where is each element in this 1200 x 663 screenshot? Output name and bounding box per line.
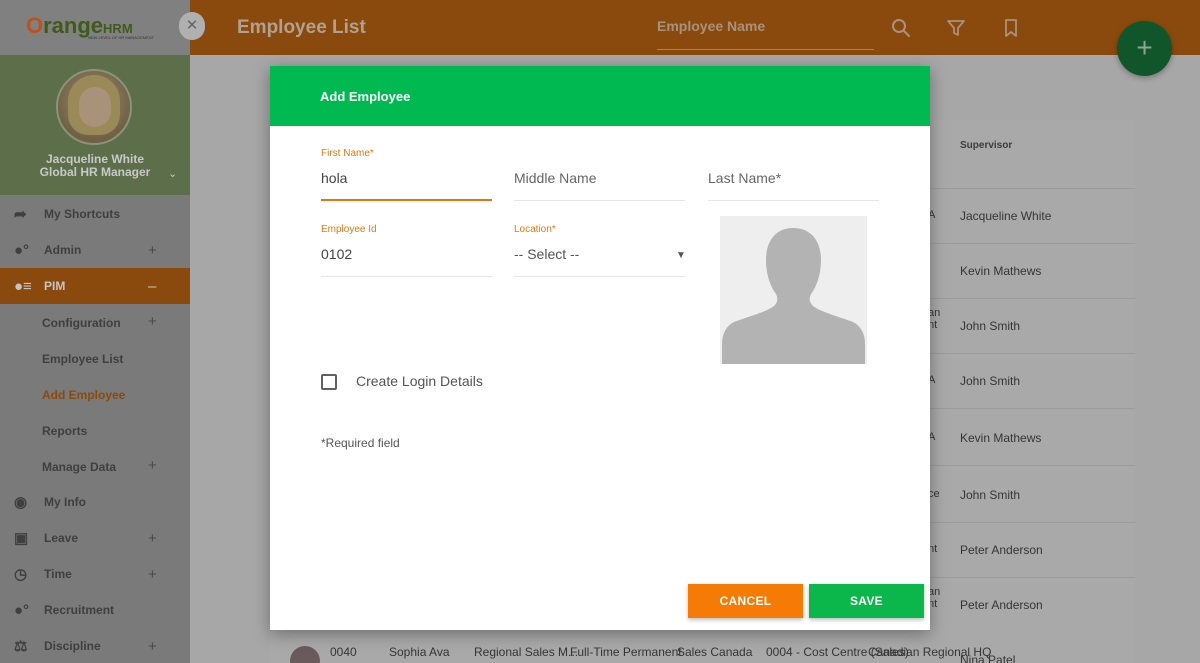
admin-users-icon: ●° bbox=[14, 241, 30, 259]
logo-bar: OrangeHRM NEW LEVEL OF HR MANAGEMENT bbox=[0, 0, 190, 55]
modal-header: Add Employee bbox=[270, 66, 930, 126]
chevron-down-icon[interactable]: ⌄ bbox=[168, 167, 177, 180]
table-row-divider bbox=[930, 243, 1135, 244]
expand-plus-icon[interactable]: + bbox=[148, 566, 157, 583]
supervisor-column-header: Supervisor bbox=[960, 140, 1013, 151]
expand-plus-icon[interactable]: + bbox=[148, 457, 157, 474]
last-name-input[interactable]: Last Name* bbox=[708, 170, 781, 186]
sidebar-item-my-info[interactable]: ◉ My Info bbox=[0, 484, 190, 520]
collapse-minus-icon[interactable]: – bbox=[148, 278, 156, 295]
sidebar-subitem-manage-data[interactable]: Manage Data bbox=[42, 460, 116, 474]
modal-title: Add Employee bbox=[320, 89, 411, 104]
table-row-divider bbox=[930, 188, 1135, 189]
employee-name-search-input[interactable] bbox=[657, 18, 874, 34]
last-name-field[interactable]: Last Name* bbox=[708, 148, 879, 203]
expand-plus-icon[interactable]: + bbox=[148, 313, 157, 330]
user-circle-icon: ◉ bbox=[14, 494, 28, 511]
sidebar-subitem-configuration[interactable]: Configuration bbox=[42, 316, 121, 330]
logo-tagline: NEW LEVEL OF HR MANAGEMENT bbox=[88, 35, 155, 40]
expand-plus-icon[interactable]: + bbox=[148, 242, 157, 259]
share-arrow-icon: ➦ bbox=[14, 206, 27, 223]
supervisor-cell: Peter Anderson bbox=[960, 543, 1043, 557]
table-cell-job-title: Regional Sales M... bbox=[474, 645, 579, 659]
table-cell-location: Canadian Regional HQ bbox=[868, 645, 992, 659]
table-row-divider bbox=[930, 298, 1135, 299]
table-row-divider bbox=[930, 522, 1135, 523]
required-field-note: *Required field bbox=[321, 436, 400, 450]
add-employee-modal: Add Employee First Name* hola Middle Nam… bbox=[270, 66, 930, 630]
middle-name-input[interactable]: Middle Name bbox=[514, 170, 596, 186]
first-name-input[interactable]: hola bbox=[321, 170, 347, 186]
table-row-divider bbox=[930, 577, 1135, 578]
sidebar-item-recruitment[interactable]: ●° Recruitment bbox=[0, 592, 190, 628]
sidebar-item-leave[interactable]: ▣ Leave + bbox=[0, 520, 190, 556]
employee-name-search bbox=[657, 18, 874, 50]
bookmark-icon[interactable] bbox=[1000, 17, 1022, 39]
sidebar-item-pim[interactable]: ●≡ PIM – bbox=[0, 268, 190, 304]
location-label: Location* bbox=[514, 224, 556, 235]
supervisor-cell: Kevin Mathews bbox=[960, 264, 1042, 278]
supervisor-cell: Kevin Mathews bbox=[960, 431, 1042, 445]
supervisor-cell: Jacqueline White bbox=[960, 209, 1052, 223]
first-name-label: First Name* bbox=[321, 148, 374, 159]
sidebar-subitem-employee-list[interactable]: Employee List bbox=[42, 352, 123, 366]
profile-role: Global HR Manager bbox=[39, 165, 151, 179]
sidebar-subitem-add-employee[interactable]: Add Employee bbox=[42, 388, 125, 402]
clock-icon: ◷ bbox=[14, 566, 28, 583]
last-name-underline bbox=[708, 200, 879, 201]
search-icon[interactable] bbox=[890, 17, 912, 39]
supervisor-cell: John Smith bbox=[960, 374, 1021, 388]
profile-name: Jacqueline White bbox=[45, 152, 145, 166]
cancel-button[interactable]: CANCEL bbox=[688, 584, 803, 618]
location-underline bbox=[514, 276, 685, 277]
top-bar: Employee List bbox=[190, 0, 1200, 55]
sidebar-item-my-shortcuts[interactable]: ➦ My Shortcuts bbox=[0, 196, 190, 232]
employee-id-underline bbox=[321, 276, 492, 277]
middle-name-field[interactable]: Middle Name bbox=[514, 148, 685, 203]
expand-plus-icon[interactable]: + bbox=[148, 638, 157, 655]
employee-id-input[interactable]: 0102 bbox=[321, 246, 352, 262]
create-login-checkbox[interactable] bbox=[321, 374, 337, 390]
supervisor-cell: John Smith bbox=[960, 488, 1021, 502]
sidebar-subitem-reports[interactable]: Reports bbox=[42, 424, 87, 438]
table-cell-name: Sophia Ava bbox=[389, 645, 450, 659]
avatar[interactable] bbox=[56, 69, 132, 145]
discipline-icon: ⚖ bbox=[14, 638, 28, 655]
table-cell-employment-status: Full-Time Permanent bbox=[570, 645, 682, 659]
user-profile: Jacqueline White Global HR Manager ⌄ bbox=[0, 55, 190, 195]
add-fab-button[interactable]: + bbox=[1117, 21, 1172, 76]
sidebar-item-admin[interactable]: ●° Admin + bbox=[0, 232, 190, 268]
sidebar-item-time[interactable]: ◷ Time + bbox=[0, 556, 190, 592]
close-icon[interactable]: ✕ bbox=[179, 12, 205, 40]
sidebar-item-discipline[interactable]: ⚖ Discipline + bbox=[0, 628, 190, 663]
location-selected-value: -- Select -- bbox=[514, 246, 580, 262]
first-name-underline bbox=[321, 199, 492, 201]
briefcase-icon: ▣ bbox=[14, 530, 29, 547]
dropdown-arrow-icon: ▼ bbox=[676, 250, 686, 261]
employee-photo-placeholder[interactable] bbox=[720, 216, 867, 364]
supervisor-cell: Peter Anderson bbox=[960, 598, 1043, 612]
middle-name-underline bbox=[514, 200, 685, 201]
person-silhouette-icon bbox=[722, 228, 865, 364]
supervisor-cell: John Smith bbox=[960, 319, 1021, 333]
create-login-label[interactable]: Create Login Details bbox=[356, 373, 483, 389]
filter-icon[interactable] bbox=[945, 17, 967, 39]
sidebar: OrangeHRM NEW LEVEL OF HR MANAGEMENT Jac… bbox=[0, 0, 190, 663]
save-button[interactable]: SAVE bbox=[809, 584, 924, 618]
table-cell-sub-unit: Sales Canada bbox=[677, 645, 753, 659]
table-row-divider bbox=[930, 408, 1135, 409]
table-cell-id: 0040 bbox=[330, 645, 357, 659]
pim-card-icon: ●≡ bbox=[14, 277, 32, 295]
page-title: Employee List bbox=[237, 17, 366, 38]
table-row-divider bbox=[930, 353, 1135, 354]
first-name-field[interactable]: First Name* hola bbox=[321, 148, 492, 203]
table-row-divider bbox=[930, 465, 1135, 466]
recruitment-icon: ●° bbox=[14, 601, 30, 619]
employee-id-field[interactable]: Employee Id 0102 bbox=[321, 224, 492, 279]
employee-id-label: Employee Id bbox=[321, 224, 377, 235]
expand-plus-icon[interactable]: + bbox=[148, 530, 157, 547]
location-select[interactable]: Location* -- Select -- ▼ bbox=[514, 224, 686, 279]
